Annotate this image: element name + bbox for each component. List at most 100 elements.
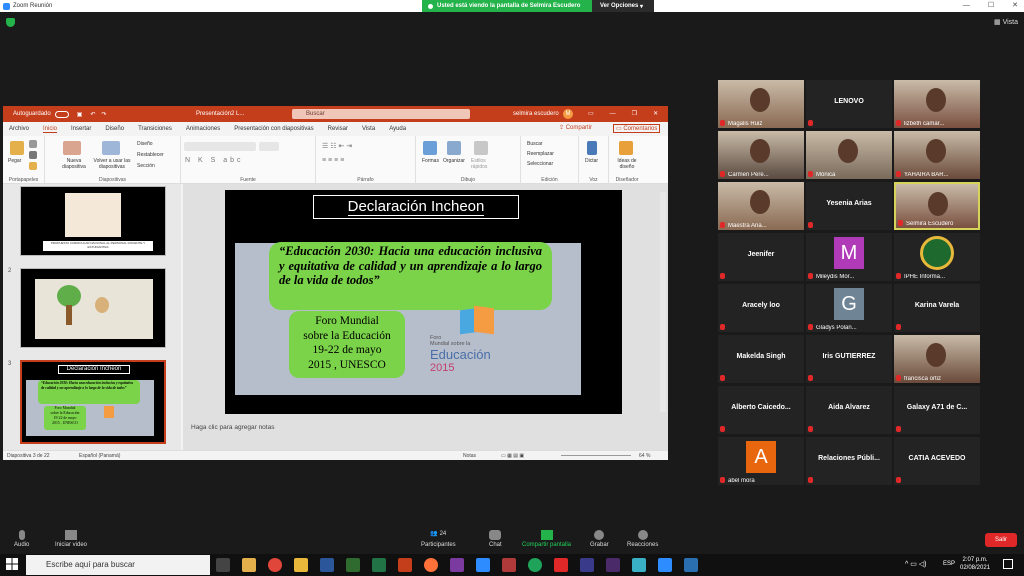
close-icon[interactable]: ✕ bbox=[1012, 0, 1018, 12]
participant-tile[interactable]: Makelda Singh bbox=[718, 335, 804, 383]
excel-icon[interactable] bbox=[372, 558, 386, 572]
participant-tile[interactable]: lizbeth camar... bbox=[894, 80, 980, 128]
tab-archivo[interactable]: Archivo bbox=[9, 126, 29, 132]
copy-icon[interactable] bbox=[29, 151, 37, 159]
current-slide[interactable]: Declaración Incheon “Educación 2030: Hac… bbox=[225, 190, 622, 414]
photos-icon[interactable] bbox=[684, 558, 698, 572]
media-icon[interactable] bbox=[580, 558, 594, 572]
font-family-select[interactable] bbox=[184, 142, 256, 151]
quick-styles-icon[interactable] bbox=[474, 141, 488, 155]
tab-animaciones[interactable]: Animaciones bbox=[186, 126, 220, 132]
participant-tile[interactable]: Alberto Caicedo... bbox=[718, 386, 804, 434]
cut-icon[interactable] bbox=[29, 140, 37, 148]
word-icon[interactable] bbox=[320, 558, 334, 572]
participant-tile[interactable]: Yesenia Arias bbox=[806, 182, 892, 230]
participant-tile[interactable]: Selmira Escudero bbox=[894, 182, 980, 230]
app-icon[interactable] bbox=[632, 558, 646, 572]
tab-presentacion[interactable]: Presentación con diapositivas bbox=[234, 126, 313, 132]
notification-icon[interactable] bbox=[1003, 559, 1013, 569]
filezilla-icon[interactable] bbox=[554, 558, 568, 572]
tab-diseno[interactable]: Diseño bbox=[105, 126, 124, 132]
leave-button[interactable]: Salir bbox=[985, 533, 1017, 547]
font-style-buttons[interactable]: N K S abc bbox=[185, 157, 244, 164]
close-icon[interactable]: ✕ bbox=[653, 106, 658, 122]
participant-tile[interactable]: Magalis Ruiz bbox=[718, 80, 804, 128]
participant-tile[interactable]: Carmen Pere... bbox=[718, 131, 804, 179]
slide-thumbnail-2[interactable] bbox=[20, 268, 166, 348]
premiere-icon[interactable] bbox=[606, 558, 620, 572]
participant-tile[interactable]: G Gladys Polan... bbox=[806, 284, 892, 332]
participant-tile[interactable]: Iris GUTIERREZ bbox=[806, 335, 892, 383]
paste-label[interactable]: Pegar bbox=[8, 158, 21, 164]
notes-placeholder[interactable]: Haga clic para agregar notas bbox=[191, 424, 274, 431]
reuse-slides-icon[interactable] bbox=[102, 141, 120, 155]
avatar[interactable]: M bbox=[563, 109, 573, 119]
layout-button[interactable]: Diseño bbox=[137, 141, 153, 147]
participant-tile[interactable]: Jeenifer bbox=[718, 233, 804, 281]
chat-button[interactable]: Chat bbox=[489, 530, 502, 548]
participant-tile[interactable]: Aracely loo bbox=[718, 284, 804, 332]
participant-tile[interactable]: Relaciones Públi... bbox=[806, 437, 892, 485]
powerpoint-icon[interactable] bbox=[398, 558, 412, 572]
participant-tile[interactable]: YAHAIRA BÁR... bbox=[894, 131, 980, 179]
participant-tile[interactable]: LENOVO bbox=[806, 80, 892, 128]
edge-icon[interactable] bbox=[528, 558, 542, 572]
save-icon[interactable]: ▣ bbox=[77, 111, 83, 118]
tab-inicio[interactable]: Inicio bbox=[43, 126, 58, 133]
participant-tile[interactable]: Aida Alvarez bbox=[806, 386, 892, 434]
taskbar-search-input[interactable]: Escribe aquí para buscar bbox=[26, 555, 210, 575]
share-button[interactable]: ⇪ Compartir bbox=[559, 124, 592, 131]
slide-thumbnail-1[interactable]: PROPUESTA CURRICULAR NACIONAL AL PERSONA… bbox=[20, 186, 166, 256]
minimize-icon[interactable]: — bbox=[610, 106, 616, 122]
autosave-toggle[interactable] bbox=[54, 110, 69, 118]
microphone-icon[interactable] bbox=[587, 141, 597, 155]
participant-tile[interactable]: Karina Varela bbox=[894, 284, 980, 332]
dictate-button[interactable]: Dictar bbox=[585, 158, 598, 164]
quick-styles-button[interactable]: Estilos rápidos bbox=[471, 158, 493, 170]
taskbar-clock[interactable]: 2:07 p.m. 02/08/2021 bbox=[960, 556, 990, 572]
new-slide-button[interactable]: Nueva diapositiva bbox=[59, 158, 89, 170]
view-buttons[interactable]: ▭ ▦ ▤ ▣ bbox=[501, 451, 524, 460]
tab-vista[interactable]: Vista bbox=[362, 126, 375, 132]
arrange-icon[interactable] bbox=[447, 141, 461, 155]
chrome-icon[interactable] bbox=[268, 558, 282, 572]
mail-icon[interactable] bbox=[476, 558, 490, 572]
paste-icon[interactable] bbox=[10, 141, 24, 155]
notes-toggle[interactable]: Notas bbox=[463, 451, 476, 460]
format-painter-icon[interactable] bbox=[29, 162, 37, 170]
reuse-slides-button[interactable]: Volver a usar las diapositivas bbox=[93, 158, 131, 170]
zoom-level[interactable]: 64 % bbox=[639, 451, 650, 460]
participant-tile[interactable]: CATIA ACEVEDO bbox=[894, 437, 980, 485]
participant-tile[interactable]: Mónica bbox=[806, 131, 892, 179]
ribbon-display-icon[interactable]: ▭ bbox=[588, 106, 594, 122]
share-screen-button[interactable]: Compartir pantalla bbox=[522, 530, 571, 548]
reset-button[interactable]: Restablecer bbox=[137, 152, 164, 158]
maximize-icon[interactable]: ☐ bbox=[988, 0, 994, 12]
participant-tile[interactable]: francisca ortiz bbox=[894, 335, 980, 383]
view-options-button[interactable]: Ver Opciones ▾ bbox=[592, 0, 654, 12]
tab-ayuda[interactable]: Ayuda bbox=[389, 126, 406, 132]
vertical-scrollbar[interactable] bbox=[660, 192, 666, 412]
file-explorer-icon[interactable] bbox=[294, 558, 308, 572]
shapes-button[interactable]: Formas bbox=[422, 158, 439, 164]
select-button[interactable]: Seleccionar bbox=[527, 161, 553, 167]
design-ideas-button[interactable]: Ideas de diseño bbox=[614, 158, 640, 170]
list-buttons[interactable]: ☰ ☷ ⇤ ⇥ bbox=[322, 143, 352, 150]
arrange-button[interactable]: Organizar bbox=[443, 158, 465, 164]
store-icon[interactable] bbox=[242, 558, 256, 572]
start-video-button[interactable]: Iniciar video bbox=[55, 530, 87, 548]
participant-tile[interactable]: M Mileydis Mor... bbox=[806, 233, 892, 281]
shield-icon[interactable] bbox=[6, 18, 15, 27]
font-size-select[interactable] bbox=[259, 142, 279, 151]
participant-tile[interactable]: IPHE Informa... bbox=[894, 233, 980, 281]
tab-insertar[interactable]: Insertar bbox=[71, 126, 91, 132]
slide-title[interactable]: Declaración Incheon bbox=[313, 195, 519, 219]
minimize-icon[interactable]: — bbox=[963, 0, 970, 12]
designer-icon[interactable] bbox=[619, 141, 633, 155]
record-button[interactable]: Grabar bbox=[590, 530, 609, 548]
tab-transiciones[interactable]: Transiciones bbox=[138, 126, 172, 132]
participant-tile[interactable]: Aabel mora bbox=[718, 437, 804, 485]
align-buttons[interactable]: ≡ ≡ ≡ ≡ bbox=[322, 157, 344, 164]
comments-button[interactable]: ▭ Comentarios bbox=[613, 124, 661, 133]
ppt-search-input[interactable]: Buscar bbox=[292, 109, 470, 119]
